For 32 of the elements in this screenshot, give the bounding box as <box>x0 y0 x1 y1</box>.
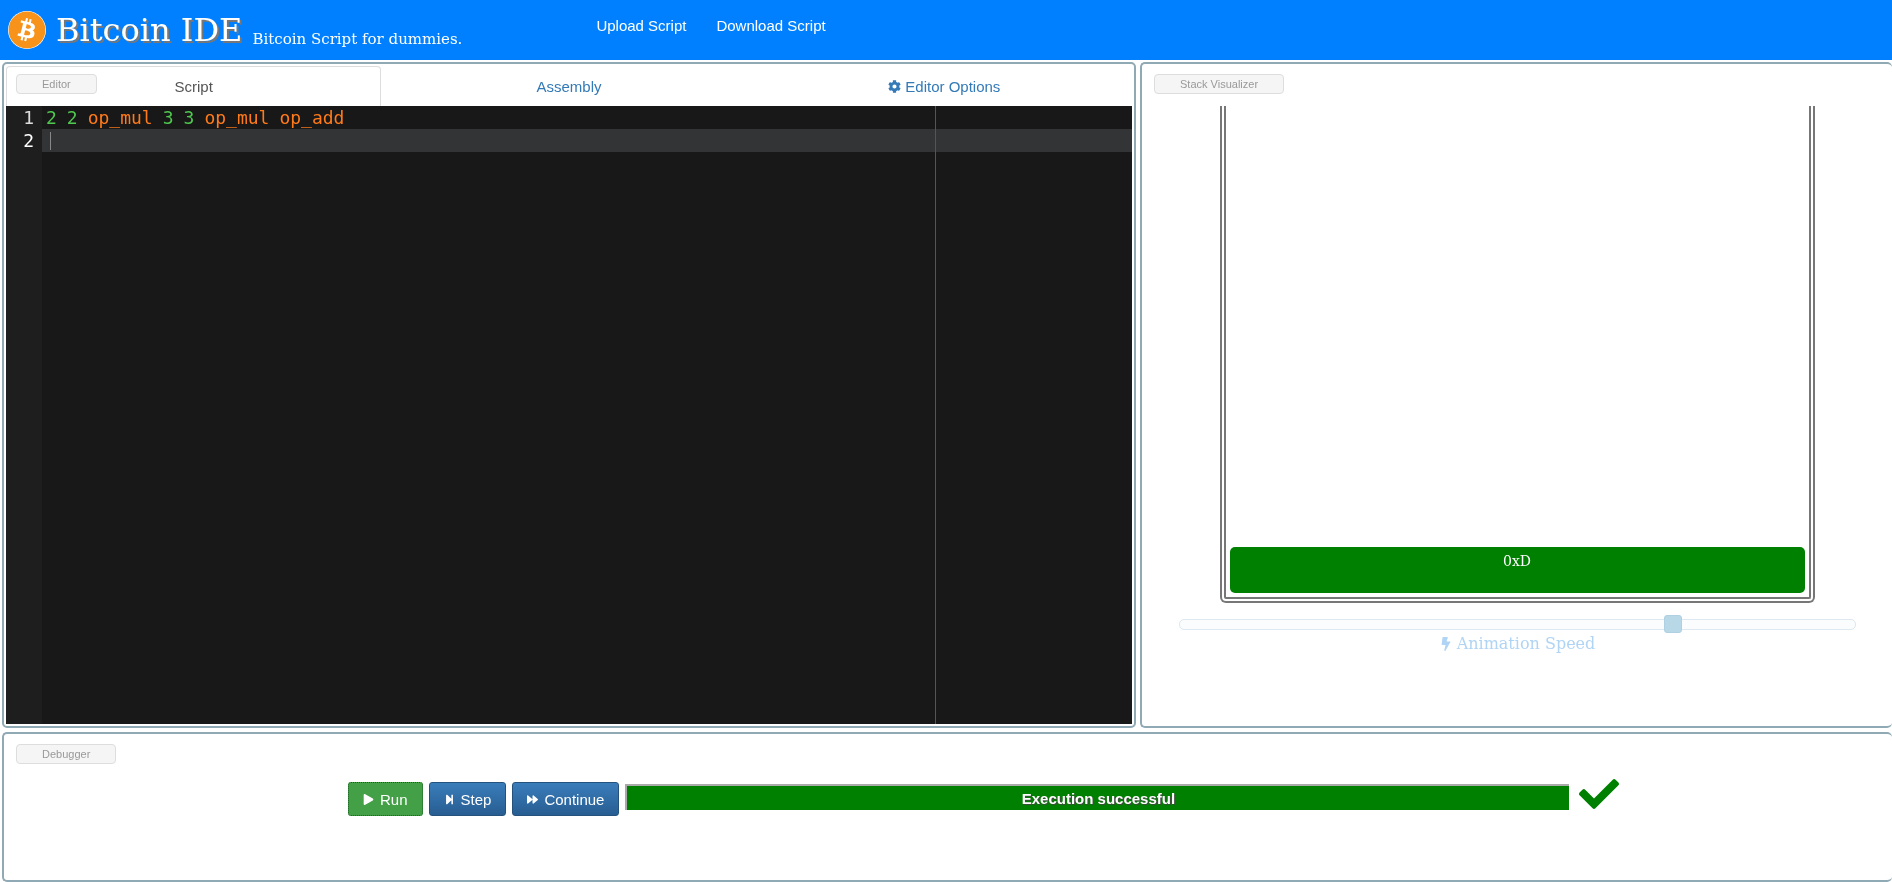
code-token: 3 <box>183 107 195 128</box>
code-token: op_mul <box>87 107 153 128</box>
editor-tab[interactable]: Assembly <box>381 66 757 106</box>
code-token: 2 <box>66 107 78 128</box>
tagline: Bitcoin Script for dummies. <box>252 30 463 48</box>
code-token: 2 <box>46 107 57 128</box>
panel-label: Debugger <box>16 744 117 764</box>
text-cursor <box>50 131 51 150</box>
slider-thumb[interactable] <box>1664 615 1683 633</box>
line-number: 1 <box>6 106 42 129</box>
speed-label: Animation Speed <box>1456 634 1596 653</box>
stack-item: 0xD <box>1229 547 1805 593</box>
settings-icon <box>888 80 902 93</box>
play-icon <box>363 793 374 805</box>
code-token: op_mul <box>204 107 270 128</box>
debugger-button[interactable]: Step <box>428 782 507 816</box>
nav-link[interactable]: Upload Script <box>596 16 687 34</box>
nav-link[interactable]: Download Script <box>716 16 826 34</box>
panel-label: Stack Visualizer <box>1154 74 1285 94</box>
status-text: Execution successful <box>1021 789 1176 807</box>
code-token: 3 <box>162 107 174 128</box>
step-icon <box>443 793 455 805</box>
debugger-button[interactable]: Continue <box>512 782 620 816</box>
debugger-button[interactable]: Run <box>348 782 423 816</box>
panel-label: Editor <box>16 74 97 94</box>
code-token: op_add <box>279 107 345 128</box>
app-title: Bitcoin IDE <box>56 11 243 49</box>
fast-forward-icon <box>527 793 539 805</box>
bitcoin-logo-icon <box>8 11 46 49</box>
line-number: 2 <box>6 129 42 152</box>
code-editor[interactable]: 1 2 2 op_mul 3 3 op_mul op_add 2 <box>6 106 1132 724</box>
editor-tab[interactable]: Editor Options <box>756 66 1132 106</box>
